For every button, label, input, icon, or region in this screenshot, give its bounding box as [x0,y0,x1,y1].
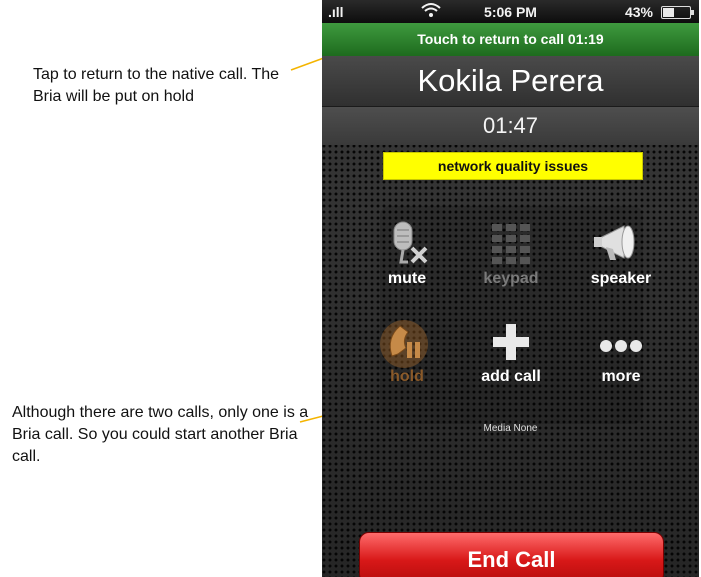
more-button[interactable]: more [566,308,676,398]
keypad-label: keypad [483,270,539,287]
ellipsis-icon [566,316,676,368]
mute-label: mute [387,270,427,287]
hold-button[interactable]: hold [352,308,462,398]
keypad-button[interactable]: keypad [456,210,566,300]
status-bar: .ıll 5:06 PM 43% [322,0,699,23]
add-call-label: add call [481,368,541,385]
hold-label: hold [390,368,424,385]
battery-icon [661,6,694,19]
battery-percent: 43% [624,4,653,20]
return-to-call-bar[interactable]: Touch to return to call 01:19 [322,23,699,56]
phone-pause-icon [352,316,462,368]
microphone-muted-icon [352,218,462,270]
network-quality-warning: network quality issues [383,152,643,180]
plus-icon [456,316,566,368]
phone-screen: .ıll 5:06 PM 43% Touch to return to call… [322,0,699,577]
media-status: Media None [483,423,538,434]
megaphone-icon [566,218,676,270]
keypad-icon [456,218,566,270]
speaker-label: speaker [590,270,652,287]
speaker-button[interactable]: speaker [566,210,676,300]
end-call-button[interactable]: End Call [359,532,664,577]
call-duration: 01:47 [322,107,699,145]
mute-button[interactable]: mute [352,210,462,300]
contact-name: Kokila Perera [322,56,699,107]
add-call-button[interactable]: add call [456,308,566,398]
more-label: more [601,368,641,385]
